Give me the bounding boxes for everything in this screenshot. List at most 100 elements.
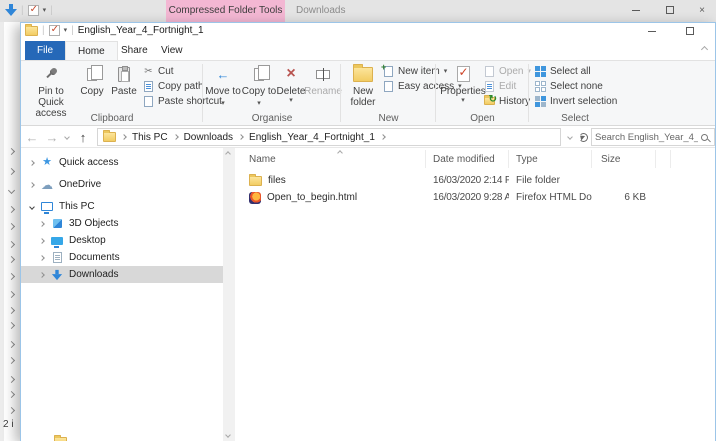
- copy-path-button[interactable]: Copy path: [143, 81, 204, 92]
- chevron-right-icon[interactable]: [39, 220, 45, 227]
- cut-button[interactable]: ✂ Cut: [143, 66, 174, 77]
- recent-locations-button[interactable]: [61, 126, 73, 148]
- close-button[interactable]: ×: [707, 23, 715, 41]
- scroll-down-icon[interactable]: [225, 432, 231, 438]
- file-row-files[interactable]: files 16/03/2020 2:14 PM File folder: [236, 172, 715, 189]
- qat-check-icon[interactable]: ✓: [27, 4, 39, 16]
- address-dropdown-button[interactable]: [564, 126, 576, 148]
- sidebar-item-desktop[interactable]: Desktop: [21, 232, 223, 249]
- column-header-date-modified[interactable]: Date modified: [426, 150, 509, 168]
- chevron-right-icon[interactable]: [39, 237, 45, 244]
- tab-view[interactable]: View: [149, 41, 195, 60]
- maximize-button[interactable]: [659, 0, 681, 22]
- cut-label: Cut: [158, 66, 174, 77]
- properties-button[interactable]: ✓ Properties ▾: [440, 64, 486, 104]
- sidebar-item-quick-access[interactable]: ★ Quick access: [21, 154, 223, 171]
- file-row-open-to-begin[interactable]: Open_to_begin.html 16/03/2020 9:28 AM Fi…: [236, 189, 715, 206]
- clipboard-group-label: Clipboard: [90, 113, 134, 124]
- documents-icon: [52, 252, 62, 263]
- breadcrumb-current-folder[interactable]: English_Year_4_Fortnight_1: [249, 132, 375, 143]
- organise-group-label: Organise: [251, 113, 293, 124]
- column-header-size[interactable]: Size: [592, 150, 656, 168]
- tree-chevron-icon[interactable]: [7, 321, 16, 330]
- paste-button[interactable]: Paste: [109, 64, 139, 97]
- history-button[interactable]: ↻ History: [484, 94, 530, 107]
- qat-dropdown-icon[interactable]: ▾: [64, 27, 68, 34]
- copy-to-label: Copy to: [241, 86, 277, 97]
- sidebar-scrollbar[interactable]: [223, 148, 235, 441]
- pin-to-quick-access-button[interactable]: Pin to Quick access: [27, 64, 75, 119]
- qat-check-icon[interactable]: ✓: [48, 24, 60, 36]
- up-button[interactable]: ↑: [74, 126, 92, 148]
- chevron-right-icon[interactable]: [39, 271, 45, 278]
- tree-chevron-icon[interactable]: [7, 306, 16, 315]
- minimize-button[interactable]: [625, 0, 647, 22]
- breadcrumb-chevron-icon[interactable]: [238, 134, 244, 140]
- chevron-right-icon[interactable]: [39, 254, 45, 261]
- forward-button[interactable]: →: [43, 126, 61, 148]
- rename-button[interactable]: Rename: [304, 64, 342, 97]
- tree-chevron-icon[interactable]: [7, 290, 16, 299]
- tree-chevron-icon[interactable]: [7, 222, 16, 231]
- sidebar-item-this-pc[interactable]: This PC: [21, 198, 223, 215]
- qat-dropdown-icon[interactable]: ▾: [43, 7, 47, 14]
- select-all-button[interactable]: Select all: [535, 66, 591, 77]
- contextual-tab-compressed-folder-tools[interactable]: Compressed Folder Tools: [166, 0, 285, 22]
- tree-chevron-icon[interactable]: [7, 186, 16, 195]
- tree-chevron-icon[interactable]: [7, 147, 16, 156]
- breadcrumb-chevron-icon[interactable]: [121, 134, 127, 140]
- maximize-button[interactable]: [679, 23, 701, 41]
- column-header-name[interactable]: Name: [236, 150, 426, 168]
- chevron-down-icon[interactable]: [29, 203, 35, 210]
- breadcrumb-chevron-icon[interactable]: [380, 134, 386, 140]
- move-to-button[interactable]: ← Move to ▾: [205, 64, 241, 108]
- tree-chevron-icon[interactable]: [7, 205, 16, 214]
- chevron-right-icon[interactable]: [29, 181, 35, 188]
- tree-chevron-icon[interactable]: [7, 356, 16, 365]
- breadcrumb-downloads[interactable]: Downloads: [184, 132, 233, 143]
- divider: |: [42, 25, 45, 36]
- tree-chevron-icon[interactable]: [7, 406, 16, 415]
- search-input[interactable]: [592, 131, 701, 143]
- open-button[interactable]: Open ▾: [484, 66, 531, 77]
- scroll-up-icon[interactable]: [225, 151, 231, 157]
- sidebar-item-downloads[interactable]: Downloads: [21, 266, 223, 283]
- select-group-label: Select: [561, 113, 589, 124]
- sidebar-item-3d-objects[interactable]: 3D Objects: [21, 215, 223, 232]
- screenshot-root: { "bg_window": { "contextual_tab_label":…: [0, 0, 716, 441]
- rename-label: Rename: [304, 86, 342, 97]
- search-icon[interactable]: [701, 133, 708, 141]
- copy-button[interactable]: Copy: [77, 64, 107, 97]
- chevron-right-icon[interactable]: [29, 159, 35, 166]
- file-name: files: [268, 175, 286, 186]
- select-none-button[interactable]: Select none: [535, 81, 603, 92]
- window-folder-icon: [25, 23, 38, 36]
- tree-chevron-icon[interactable]: [7, 272, 16, 281]
- column-header-type[interactable]: Type: [509, 150, 592, 168]
- new-folder-button[interactable]: New folder: [345, 63, 381, 108]
- breadcrumb-chevron-icon[interactable]: [172, 134, 179, 140]
- breadcrumb-this-pc[interactable]: This PC: [132, 132, 168, 143]
- delete-button[interactable]: × Delete ▾: [275, 64, 307, 105]
- tree-chevron-icon[interactable]: [7, 340, 16, 349]
- back-button[interactable]: ←: [23, 126, 41, 148]
- tab-file[interactable]: File: [25, 41, 66, 60]
- tab-home[interactable]: Home: [65, 41, 118, 60]
- tree-chevron-icon[interactable]: [7, 375, 16, 384]
- tree-chevron-icon[interactable]: [7, 255, 16, 264]
- tree-chevron-icon[interactable]: [7, 240, 16, 249]
- open-group-label: Open: [470, 113, 495, 124]
- address-bar[interactable]: This PC Downloads English_Year_4_Fortnig…: [97, 128, 561, 146]
- tree-chevron-icon[interactable]: [7, 167, 16, 176]
- minimize-button[interactable]: [641, 23, 663, 41]
- minimize-ribbon-icon[interactable]: [700, 45, 709, 54]
- close-button[interactable]: ×: [691, 0, 713, 22]
- sort-ascending-icon: [337, 150, 343, 156]
- edit-button[interactable]: Edit: [484, 81, 516, 92]
- invert-selection-button[interactable]: Invert selection: [535, 96, 617, 107]
- refresh-button[interactable]: [576, 126, 590, 148]
- tree-chevron-icon[interactable]: [7, 390, 16, 399]
- sidebar-item-onedrive[interactable]: ☁ OneDrive: [21, 176, 223, 193]
- copy-to-button[interactable]: Copy to ▾: [241, 64, 277, 108]
- sidebar-item-documents[interactable]: Documents: [21, 249, 223, 266]
